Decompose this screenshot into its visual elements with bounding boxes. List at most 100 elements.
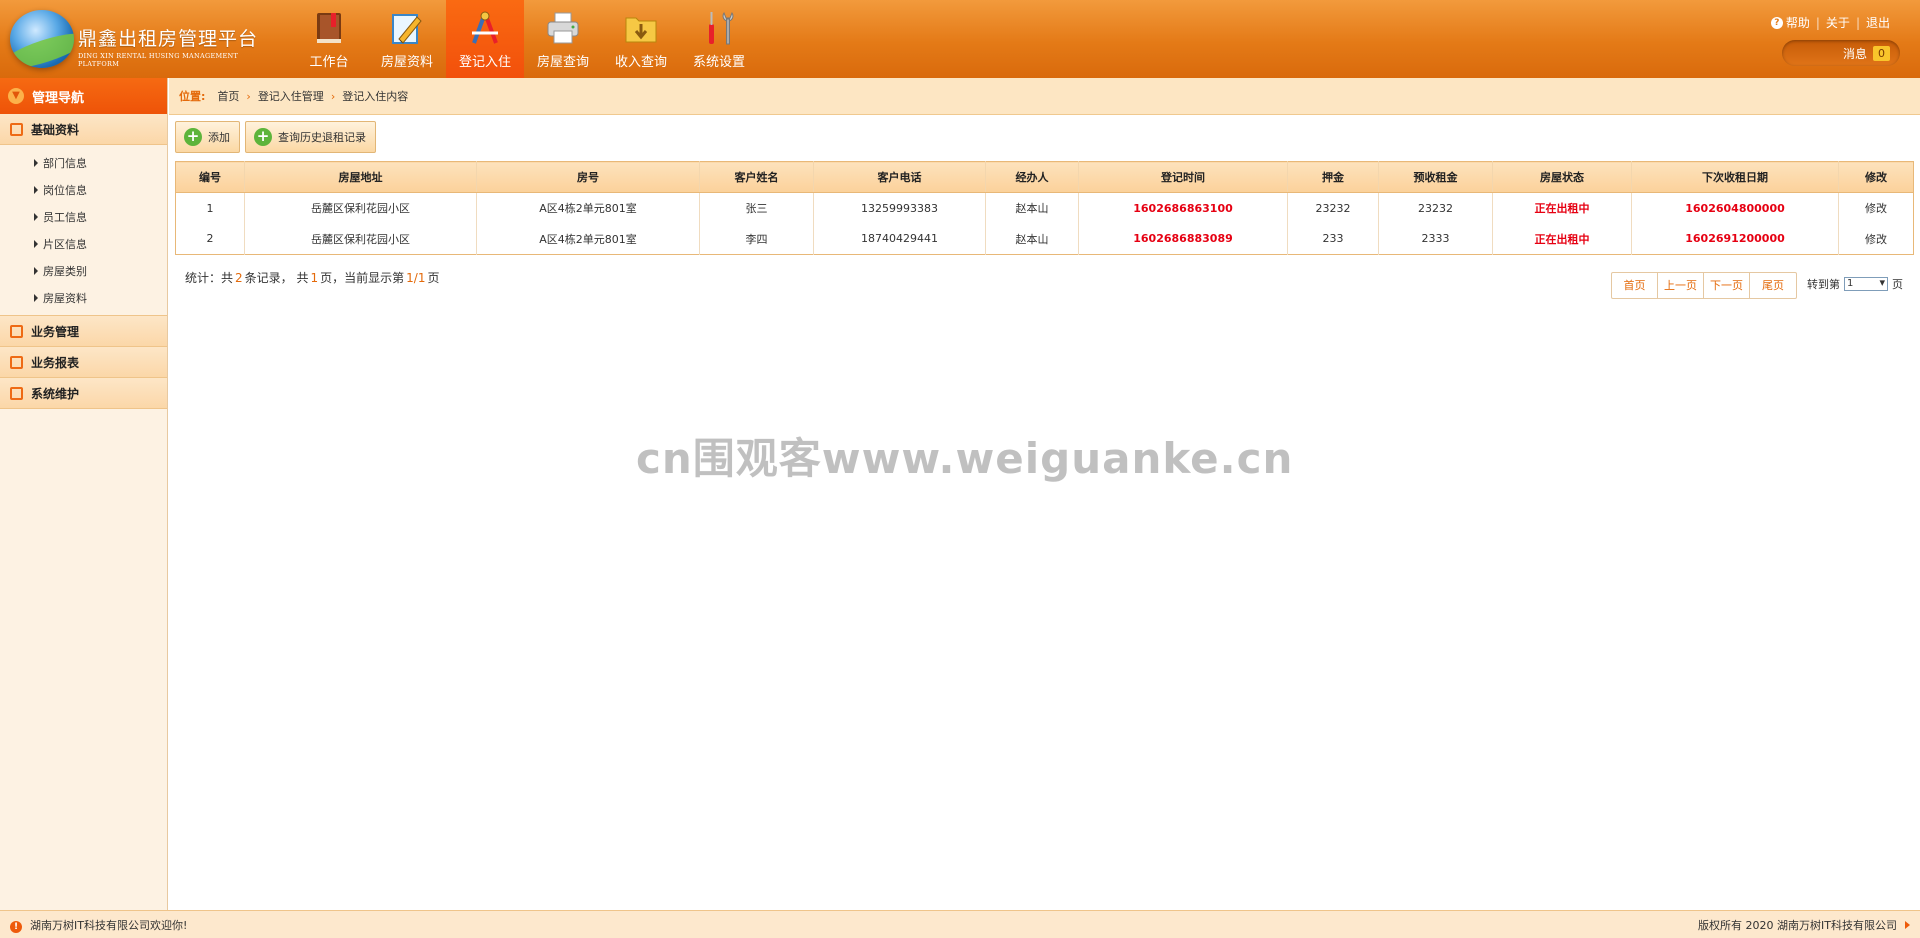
sidebar-group-maintenance[interactable]: 系统维护 bbox=[0, 378, 167, 409]
table-row: 2 岳麓区保利花园小区 A区4栋2单元801室 李四 18740429441 赵… bbox=[175, 223, 1914, 255]
nav-income-query[interactable]: 收入查询 bbox=[602, 0, 680, 78]
top-links: ? 帮助 | 关于 | 退出 bbox=[1770, 14, 1890, 31]
cell-register-time: 1602686863100 bbox=[1078, 192, 1288, 224]
info-icon: ! bbox=[10, 920, 22, 933]
cell-customer-name: 张三 bbox=[699, 192, 814, 224]
pencil-note-icon bbox=[389, 9, 425, 47]
sidebar-item-house-data[interactable]: 房屋资料 bbox=[0, 284, 167, 311]
add-button-label: 添加 bbox=[208, 131, 230, 144]
stats-text: 页 bbox=[427, 271, 440, 285]
sidebar-group-basic-data[interactable]: 基础资料 bbox=[0, 114, 167, 145]
about-link[interactable]: 关于 bbox=[1826, 14, 1850, 31]
nav-system-settings[interactable]: 系统设置 bbox=[680, 0, 758, 78]
sidebar-item-employee[interactable]: 员工信息 bbox=[0, 203, 167, 230]
col-header: 下次收租日期 bbox=[1631, 161, 1839, 193]
sidebar-group-business[interactable]: 业务管理 bbox=[0, 316, 167, 347]
watermark: cn围观客www.weiguanke.cn bbox=[636, 434, 1294, 483]
toolbar: + 添加 + 查询历史退租记录 bbox=[175, 121, 381, 153]
globe-logo-icon bbox=[10, 10, 74, 68]
caret-right-icon bbox=[34, 185, 38, 194]
table-header-row: 编号 房屋地址 房号 客户姓名 客户电话 经办人 登记时间 押金 预收租金 房屋… bbox=[175, 161, 1914, 193]
chevron-right-icon: › bbox=[246, 89, 251, 103]
sidebar-item-label: 片区信息 bbox=[43, 237, 87, 251]
link-separator: | bbox=[1815, 15, 1820, 30]
stats-pages: 1 bbox=[310, 271, 319, 285]
col-header: 登记时间 bbox=[1078, 161, 1288, 193]
footer-copyright: 版权所有 2020 湖南万树IT科技有限公司 bbox=[1698, 918, 1897, 932]
plus-icon: + bbox=[184, 128, 202, 146]
next-page-button[interactable]: 下一页 bbox=[1704, 273, 1750, 298]
platform-subtitle: DING XIN RENTAL HUSING MANAGEMENT PLATFO… bbox=[78, 52, 239, 68]
breadcrumb-label: 位置: bbox=[179, 90, 206, 103]
breadcrumb-checkin-manage[interactable]: 登记入住管理 bbox=[258, 88, 324, 104]
printer-icon bbox=[545, 9, 581, 47]
sidebar-group-label: 系统维护 bbox=[31, 386, 80, 401]
sidebar-group-reports[interactable]: 业务报表 bbox=[0, 347, 167, 378]
tools-icon bbox=[701, 9, 737, 47]
footer: ! 湖南万树IT科技有限公司欢迎你! 版权所有 2020 湖南万树IT科技有限公司 bbox=[0, 910, 1920, 938]
book-icon bbox=[311, 9, 347, 47]
nav-workbench[interactable]: 工作台 bbox=[290, 0, 368, 78]
record-stats: 统计：共 2 条记录， 共 1 页，当前显示第 1/1 页 bbox=[185, 269, 439, 286]
sidebar-item-label: 员工信息 bbox=[43, 210, 87, 224]
col-header: 房屋地址 bbox=[244, 161, 477, 193]
stats-text: 页，当前显示第 bbox=[320, 271, 405, 285]
sidebar-item-label: 部门信息 bbox=[43, 156, 87, 170]
sidebar-item-area[interactable]: 片区信息 bbox=[0, 230, 167, 257]
sidebar-item-house-category[interactable]: 房屋类别 bbox=[0, 257, 167, 284]
col-header: 房屋状态 bbox=[1492, 161, 1632, 193]
col-header: 经办人 bbox=[985, 161, 1079, 193]
cell-address: 岳麓区保利花园小区 bbox=[244, 192, 477, 224]
nav-house-query[interactable]: 房屋查询 bbox=[524, 0, 602, 78]
nav-house-data[interactable]: 房屋资料 bbox=[368, 0, 446, 78]
history-query-label: 查询历史退租记录 bbox=[278, 131, 366, 144]
platform-title: 鼎鑫出租房管理平台 bbox=[78, 28, 259, 50]
goto-page: 转到第 1 页 bbox=[1807, 276, 1903, 292]
stats-text: 条记录， 共 bbox=[244, 271, 309, 285]
cell-customer-name: 李四 bbox=[699, 223, 814, 255]
caret-right-icon bbox=[34, 212, 38, 221]
first-page-button[interactable]: 首页 bbox=[1612, 273, 1658, 298]
logo[interactable]: 鼎鑫出租房管理平台 DING XIN RENTAL HUSING MANAGEM… bbox=[6, 6, 276, 72]
main-nav: 工作台 房屋资料 登记入住 房屋查询 收入查询 系统设置 bbox=[290, 0, 758, 78]
col-header: 预收租金 bbox=[1378, 161, 1493, 193]
edit-link[interactable]: 修改 bbox=[1839, 193, 1914, 224]
goto-page-select[interactable]: 1 bbox=[1844, 277, 1888, 291]
calendar-icon bbox=[10, 386, 23, 400]
chevron-down-icon: ▼ bbox=[8, 88, 24, 104]
sidebar-item-label: 岗位信息 bbox=[43, 183, 87, 197]
help-link[interactable]: 帮助 bbox=[1786, 14, 1810, 31]
cell-room: A区4栋2单元801室 bbox=[476, 223, 700, 255]
message-button[interactable]: 消息 0 bbox=[1782, 40, 1900, 66]
caret-right-icon bbox=[34, 266, 38, 275]
add-button[interactable]: + 添加 bbox=[175, 121, 240, 153]
nav-house-query-label: 房屋查询 bbox=[536, 55, 589, 70]
cell-address: 岳麓区保利花园小区 bbox=[244, 223, 477, 255]
stats-current: 1/1 bbox=[406, 271, 426, 285]
sidebar-group-label: 基础资料 bbox=[31, 122, 80, 137]
breadcrumb: 位置: 首页 › 登记入住管理 › 登记入住内容 bbox=[169, 78, 1920, 115]
logout-link[interactable]: 退出 bbox=[1866, 14, 1890, 31]
nav-income-query-label: 收入查询 bbox=[614, 55, 667, 70]
breadcrumb-home[interactable]: 首页 bbox=[217, 88, 239, 104]
help-icon: ? bbox=[1770, 16, 1783, 29]
sidebar-item-position[interactable]: 岗位信息 bbox=[0, 176, 167, 203]
prev-page-button[interactable]: 上一页 bbox=[1658, 273, 1704, 298]
checkin-table: 编号 房屋地址 房号 客户姓名 客户电话 经办人 登记时间 押金 预收租金 房屋… bbox=[175, 161, 1914, 255]
sidebar-item-department[interactable]: 部门信息 bbox=[0, 149, 167, 176]
caret-right-icon bbox=[1905, 920, 1910, 929]
download-folder-icon bbox=[623, 9, 659, 47]
nav-checkin[interactable]: 登记入住 bbox=[446, 0, 524, 78]
caret-right-icon bbox=[34, 293, 38, 302]
footer-welcome: 湖南万树IT科技有限公司欢迎你! bbox=[30, 918, 188, 932]
cell-next-rent-date: 1602604800000 bbox=[1631, 192, 1839, 224]
footer-right: 版权所有 2020 湖南万树IT科技有限公司 bbox=[1698, 917, 1910, 933]
edit-link[interactable]: 修改 bbox=[1839, 224, 1914, 255]
cell-room: A区4栋2单元801室 bbox=[476, 192, 700, 224]
col-header: 押金 bbox=[1287, 161, 1379, 193]
cell-status: 正在出租中 bbox=[1492, 223, 1632, 255]
history-query-button[interactable]: + 查询历史退租记录 bbox=[245, 121, 376, 153]
stats-total: 2 bbox=[235, 271, 243, 285]
col-header: 房号 bbox=[476, 161, 700, 193]
last-page-button[interactable]: 尾页 bbox=[1750, 273, 1796, 298]
